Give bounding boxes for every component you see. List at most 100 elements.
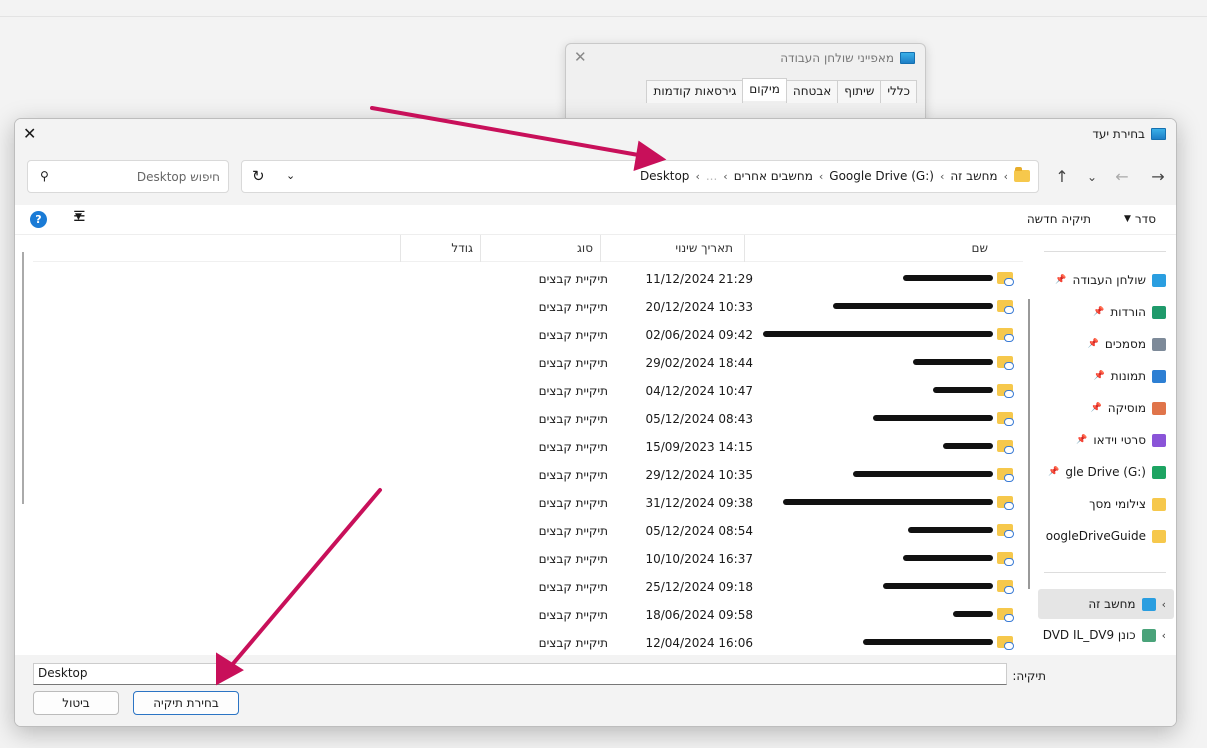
chevron-right-icon[interactable]: ›: [695, 170, 699, 183]
dialog-title: בחירת יעד: [1092, 127, 1145, 141]
pin-icon[interactable]: 📌: [1048, 467, 1059, 477]
close-icon[interactable]: ✕: [574, 48, 587, 66]
forward-arrow-icon[interactable]: ←: [1110, 165, 1134, 189]
select-folder-button[interactable]: בחירת תיקיה: [133, 691, 239, 715]
column-headers: ^ שם תאריך שינוי סוג גודל: [33, 235, 1023, 262]
column-name[interactable]: שם: [972, 241, 988, 255]
chevron-right-icon[interactable]: ›: [1004, 170, 1008, 183]
left-scrollbar[interactable]: [22, 252, 24, 504]
chevron-right-icon[interactable]: ›: [1162, 629, 1166, 642]
chevron-right-icon[interactable]: ›: [1162, 598, 1166, 611]
tab-sharing[interactable]: שיתוף: [837, 80, 882, 103]
file-name-cell: [853, 468, 1014, 482]
pin-icon[interactable]: 📌: [1091, 403, 1102, 413]
nav-item[interactable]: סרטי וידאו 📌: [1076, 428, 1166, 452]
close-icon[interactable]: ✕: [23, 124, 36, 143]
table-row[interactable]: 02/06/2024 09:42 תיקיית קבצים: [33, 321, 1023, 349]
file-name-cell: [933, 384, 1014, 398]
table-row[interactable]: 12/04/2024 16:06 תיקיית קבצים: [33, 629, 1023, 655]
folder-input[interactable]: Desktop: [33, 663, 1007, 685]
column-modified[interactable]: תאריך שינוי: [675, 241, 733, 255]
chevron-right-icon[interactable]: ›: [723, 170, 727, 183]
navigation-pane: שולחן העבודה 📌 הורדות 📌 מסמכים 📌 תמונות 📌 מוסיקה…: [1036, 235, 1176, 655]
search-input[interactable]: חיפוש Desktop ⚲: [27, 160, 229, 193]
tab-general[interactable]: כללי: [880, 80, 917, 103]
pin-icon[interactable]: 📌: [1055, 275, 1066, 285]
tab-security[interactable]: אבטחה: [785, 80, 839, 103]
breadcrumb-this-pc[interactable]: מחשב זה: [950, 169, 997, 183]
chevron-right-icon[interactable]: ›: [940, 170, 944, 183]
table-row[interactable]: 29/12/2024 10:35 תיקיית קבצים: [33, 461, 1023, 489]
pin-icon[interactable]: 📌: [1088, 339, 1099, 349]
table-row[interactable]: 05/12/2024 08:43 תיקיית קבצים: [33, 405, 1023, 433]
table-row[interactable]: 31/12/2024 09:38 תיקיית קבצים: [33, 489, 1023, 517]
nav-item[interactable]: gle Drive (G:) 📌: [1048, 460, 1166, 484]
file-name-cell: [913, 356, 1014, 370]
file-name-cell: [783, 496, 1014, 510]
table-row[interactable]: 04/12/2024 10:47 תיקיית קבצים: [33, 377, 1023, 405]
shared-folder-icon: [997, 384, 1014, 398]
nav-item[interactable]: הורדות 📌: [1093, 300, 1166, 324]
column-type[interactable]: סוג: [577, 241, 593, 255]
column-size[interactable]: גודל: [451, 241, 473, 255]
modified-cell: 18/06/2024 09:58: [645, 608, 753, 622]
breadcrumb-hidden[interactable]: ...: [706, 169, 717, 183]
new-folder-button[interactable]: תיקיה חדשה: [1027, 212, 1091, 226]
shared-folder-icon: [997, 580, 1014, 594]
modified-cell: 10/10/2024 16:37: [645, 552, 753, 566]
nav-item-label: gle Drive (G:): [1065, 465, 1146, 479]
sort-button[interactable]: סדר ▼: [1124, 212, 1156, 226]
up-arrow-icon[interactable]: ↑: [1050, 165, 1074, 189]
redacted-name: [903, 555, 993, 561]
video-icon: [1152, 433, 1166, 447]
nav-item[interactable]: צילומי מסך: [1089, 492, 1166, 516]
table-row[interactable]: 18/06/2024 09:58 תיקיית קבצים: [33, 601, 1023, 629]
recent-chevron-icon[interactable]: ⌄: [1080, 165, 1104, 189]
nav-item[interactable]: מסמכים 📌: [1088, 332, 1166, 356]
file-list: ^ שם תאריך שינוי סוג גודל 11/12/2024 21:…: [33, 235, 1023, 655]
modified-cell: 20/12/2024 10:33: [645, 300, 753, 314]
nav-this-pc[interactable]: › מחשב זה: [1038, 589, 1174, 619]
type-cell: תיקיית קבצים: [538, 524, 608, 538]
table-row[interactable]: 11/12/2024 21:29 תיקיית קבצים: [33, 265, 1023, 293]
refresh-icon[interactable]: ↻: [252, 167, 265, 185]
address-bar[interactable]: › מחשב זה › Google Drive (G:) › מחשבים א…: [241, 160, 1039, 193]
tab-previous-versions[interactable]: גירסאות קודמות: [646, 80, 744, 103]
chevron-down-icon[interactable]: ⌄: [286, 169, 295, 182]
nav-item[interactable]: oogleDriveGuide: [1046, 524, 1166, 548]
chevron-right-icon[interactable]: ›: [819, 170, 823, 183]
nav-dvd-drive[interactable]: › כונן DVD IL_DV9: [1043, 623, 1166, 647]
view-chevron-icon[interactable]: ▼: [75, 212, 82, 222]
table-row[interactable]: 29/02/2024 18:44 תיקיית קבצים: [33, 349, 1023, 377]
pin-icon[interactable]: 📌: [1076, 435, 1087, 445]
redacted-name: [873, 415, 993, 421]
shared-folder-icon: [997, 328, 1014, 342]
nav-item[interactable]: שולחן העבודה 📌: [1055, 268, 1166, 292]
modified-cell: 29/02/2024 18:44: [645, 356, 753, 370]
table-row[interactable]: 15/09/2023 14:15 תיקיית קבצים: [33, 433, 1023, 461]
table-row[interactable]: 10/10/2024 16:37 תיקיית קבצים: [33, 545, 1023, 573]
dialog-footer: תיקיה: Desktop בחירת תיקיה ביטול: [15, 655, 1176, 726]
tab-location[interactable]: מיקום: [742, 78, 787, 101]
breadcrumb-google-drive[interactable]: Google Drive (G:): [829, 169, 934, 183]
help-icon[interactable]: ?: [30, 211, 47, 228]
table-row[interactable]: 20/12/2024 10:33 תיקיית קבצים: [33, 293, 1023, 321]
computer-icon: [1141, 597, 1156, 611]
table-row[interactable]: 25/12/2024 09:18 תיקיית קבצים: [33, 573, 1023, 601]
pin-icon[interactable]: 📌: [1093, 307, 1104, 317]
shared-folder-icon: [997, 440, 1014, 454]
file-list-scrollbar[interactable]: [1028, 299, 1030, 589]
cancel-button[interactable]: ביטול: [33, 691, 119, 715]
redacted-name: [943, 443, 993, 449]
dvd-drive-icon: [1141, 628, 1156, 642]
back-arrow-icon[interactable]: →: [1146, 165, 1170, 189]
breadcrumb-desktop[interactable]: Desktop: [640, 169, 690, 183]
breadcrumb-other-computers[interactable]: מחשבים אחרים: [734, 169, 813, 183]
table-row[interactable]: 05/12/2024 08:54 תיקיית קבצים: [33, 517, 1023, 545]
nav-item[interactable]: תמונות 📌: [1094, 364, 1166, 388]
pictures-icon: [1152, 369, 1166, 383]
nav-item[interactable]: מוסיקה 📌: [1091, 396, 1166, 420]
folder-icon: [1014, 167, 1030, 182]
type-cell: תיקיית קבצים: [538, 496, 608, 510]
pin-icon[interactable]: 📌: [1094, 371, 1105, 381]
